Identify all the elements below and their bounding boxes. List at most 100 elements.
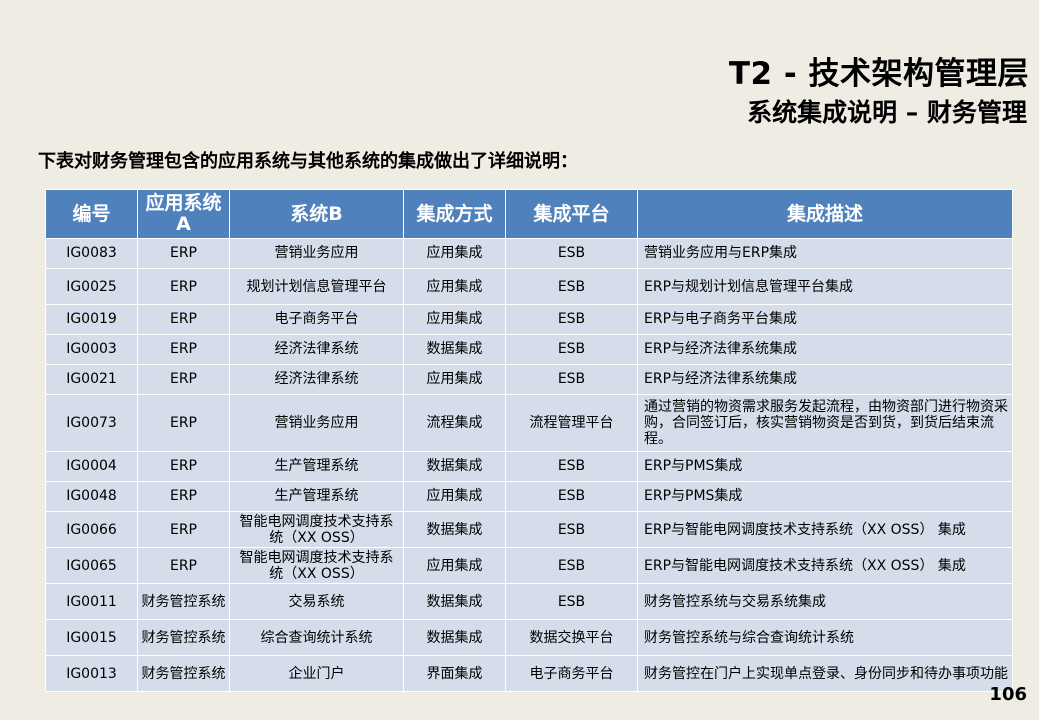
- cell-description: ERP与PMS集成: [637, 481, 1013, 512]
- cell-system-a: ERP: [137, 364, 230, 395]
- cell-system-a: 财务管控系统: [137, 655, 230, 692]
- cell-system-b: 规划计划信息管理平台: [229, 268, 404, 305]
- cell-system-b: 生产管理系统: [229, 451, 404, 482]
- integration-table: 编号 应用系统A 系统B 集成方式 集成平台 集成描述 IG0083 ERP 营…: [45, 189, 1013, 692]
- table-row: IG0073 ERP 营销业务应用 流程集成 流程管理平台 通过营销的物资需求服…: [45, 394, 1013, 452]
- cell-method: 数据集成: [403, 511, 506, 548]
- cell-method: 应用集成: [403, 547, 506, 584]
- cell-method: 应用集成: [403, 238, 506, 269]
- cell-system-a: ERP: [137, 268, 230, 305]
- cell-platform: ESB: [505, 481, 638, 512]
- intro-text: 下表对财务管理包含的应用系统与其他系统的集成做出了详细说明：: [38, 151, 578, 172]
- cell-id: IG0065: [45, 547, 138, 584]
- cell-description: ERP与智能电网调度技术支持系统（XX OSS） 集成: [637, 547, 1013, 584]
- cell-system-a: ERP: [137, 511, 230, 548]
- cell-method: 应用集成: [403, 481, 506, 512]
- cell-id: IG0066: [45, 511, 138, 548]
- table-header-row: 编号 应用系统A 系统B 集成方式 集成平台 集成描述: [45, 189, 1013, 239]
- cell-description: ERP与PMS集成: [637, 451, 1013, 482]
- page-number: 106: [989, 684, 1027, 705]
- cell-description: ERP与电子商务平台集成: [637, 304, 1013, 335]
- cell-description: ERP与智能电网调度技术支持系统（XX OSS） 集成: [637, 511, 1013, 548]
- page-subtitle: 系统集成说明 – 财务管理: [747, 98, 1027, 127]
- table-row: IG0015 财务管控系统 综合查询统计系统 数据集成 数据交换平台 财务管控系…: [45, 619, 1013, 656]
- cell-description: 通过营销的物资需求服务发起流程，由物资部门进行物资采购，合同签订后，核实营销物资…: [637, 394, 1013, 452]
- cell-id: IG0025: [45, 268, 138, 305]
- cell-system-b: 企业门户: [229, 655, 404, 692]
- column-header-method: 集成方式: [403, 189, 506, 239]
- table-row: IG0013 财务管控系统 企业门户 界面集成 电子商务平台 财务管控在门户上实…: [45, 655, 1013, 692]
- table-row: IG0021 ERP 经济法律系统 应用集成 ESB ERP与经济法律系统集成: [45, 364, 1013, 395]
- table-row: IG0066 ERP 智能电网调度技术支持系统（XX OSS） 数据集成 ESB…: [45, 511, 1013, 548]
- column-header-description: 集成描述: [637, 189, 1013, 239]
- cell-platform: ESB: [505, 364, 638, 395]
- cell-id: IG0021: [45, 364, 138, 395]
- cell-method: 应用集成: [403, 268, 506, 305]
- table-row: IG0048 ERP 生产管理系统 应用集成 ESB ERP与PMS集成: [45, 481, 1013, 512]
- cell-system-b: 经济法律系统: [229, 334, 404, 365]
- cell-id: IG0003: [45, 334, 138, 365]
- cell-platform: ESB: [505, 583, 638, 620]
- cell-platform: ESB: [505, 547, 638, 584]
- table-row: IG0003 ERP 经济法律系统 数据集成 ESB ERP与经济法律系统集成: [45, 334, 1013, 365]
- cell-system-b: 综合查询统计系统: [229, 619, 404, 656]
- table-row: IG0004 ERP 生产管理系统 数据集成 ESB ERP与PMS集成: [45, 451, 1013, 482]
- cell-method: 应用集成: [403, 364, 506, 395]
- cell-system-b: 生产管理系统: [229, 481, 404, 512]
- cell-platform: 数据交换平台: [505, 619, 638, 656]
- cell-system-b: 经济法律系统: [229, 364, 404, 395]
- cell-method: 界面集成: [403, 655, 506, 692]
- cell-platform: ESB: [505, 334, 638, 365]
- cell-method: 流程集成: [403, 394, 506, 452]
- cell-description: 财务管控在门户上实现单点登录、身份同步和待办事项功能: [637, 655, 1013, 692]
- cell-id: IG0004: [45, 451, 138, 482]
- cell-id: IG0048: [45, 481, 138, 512]
- cell-id: IG0015: [45, 619, 138, 656]
- cell-id: IG0083: [45, 238, 138, 269]
- cell-system-b: 智能电网调度技术支持系统（XX OSS）: [229, 547, 404, 584]
- cell-system-b: 营销业务应用: [229, 394, 404, 452]
- cell-platform: ESB: [505, 451, 638, 482]
- table-row: IG0011 财务管控系统 交易系统 数据集成 ESB 财务管控系统与交易系统集…: [45, 583, 1013, 620]
- cell-system-a: ERP: [137, 481, 230, 512]
- cell-system-b: 交易系统: [229, 583, 404, 620]
- cell-platform: 流程管理平台: [505, 394, 638, 452]
- cell-system-a: ERP: [137, 394, 230, 452]
- cell-system-a: 财务管控系统: [137, 619, 230, 656]
- cell-system-b: 智能电网调度技术支持系统（XX OSS）: [229, 511, 404, 548]
- cell-system-a: ERP: [137, 238, 230, 269]
- cell-system-a: ERP: [137, 334, 230, 365]
- cell-id: IG0073: [45, 394, 138, 452]
- cell-method: 数据集成: [403, 583, 506, 620]
- table-row: IG0065 ERP 智能电网调度技术支持系统（XX OSS） 应用集成 ESB…: [45, 547, 1013, 584]
- table-row: IG0083 ERP 营销业务应用 应用集成 ESB 营销业务应用与ERP集成: [45, 238, 1013, 269]
- cell-description: 营销业务应用与ERP集成: [637, 238, 1013, 269]
- table-row: IG0025 ERP 规划计划信息管理平台 应用集成 ESB ERP与规划计划信…: [45, 268, 1013, 305]
- cell-system-b: 电子商务平台: [229, 304, 404, 335]
- column-header-system-b: 系统B: [229, 189, 404, 239]
- cell-id: IG0011: [45, 583, 138, 620]
- cell-system-a: 财务管控系统: [137, 583, 230, 620]
- cell-platform: ESB: [505, 268, 638, 305]
- cell-method: 数据集成: [403, 619, 506, 656]
- cell-description: ERP与经济法律系统集成: [637, 334, 1013, 365]
- cell-description: 财务管控系统与综合查询统计系统: [637, 619, 1013, 656]
- cell-method: 数据集成: [403, 451, 506, 482]
- cell-system-a: ERP: [137, 547, 230, 584]
- table-row: IG0019 ERP 电子商务平台 应用集成 ESB ERP与电子商务平台集成: [45, 304, 1013, 335]
- cell-system-a: ERP: [137, 304, 230, 335]
- column-header-id: 编号: [45, 189, 138, 239]
- column-header-system-a: 应用系统A: [137, 189, 230, 239]
- cell-platform: ESB: [505, 238, 638, 269]
- page-title: T2 - 技术架构管理层: [728, 56, 1029, 92]
- cell-id: IG0013: [45, 655, 138, 692]
- cell-platform: ESB: [505, 511, 638, 548]
- column-header-platform: 集成平台: [505, 189, 638, 239]
- cell-method: 数据集成: [403, 334, 506, 365]
- cell-system-b: 营销业务应用: [229, 238, 404, 269]
- cell-system-a: ERP: [137, 451, 230, 482]
- cell-description: 财务管控系统与交易系统集成: [637, 583, 1013, 620]
- cell-method: 应用集成: [403, 304, 506, 335]
- cell-platform: 电子商务平台: [505, 655, 638, 692]
- cell-description: ERP与规划计划信息管理平台集成: [637, 268, 1013, 305]
